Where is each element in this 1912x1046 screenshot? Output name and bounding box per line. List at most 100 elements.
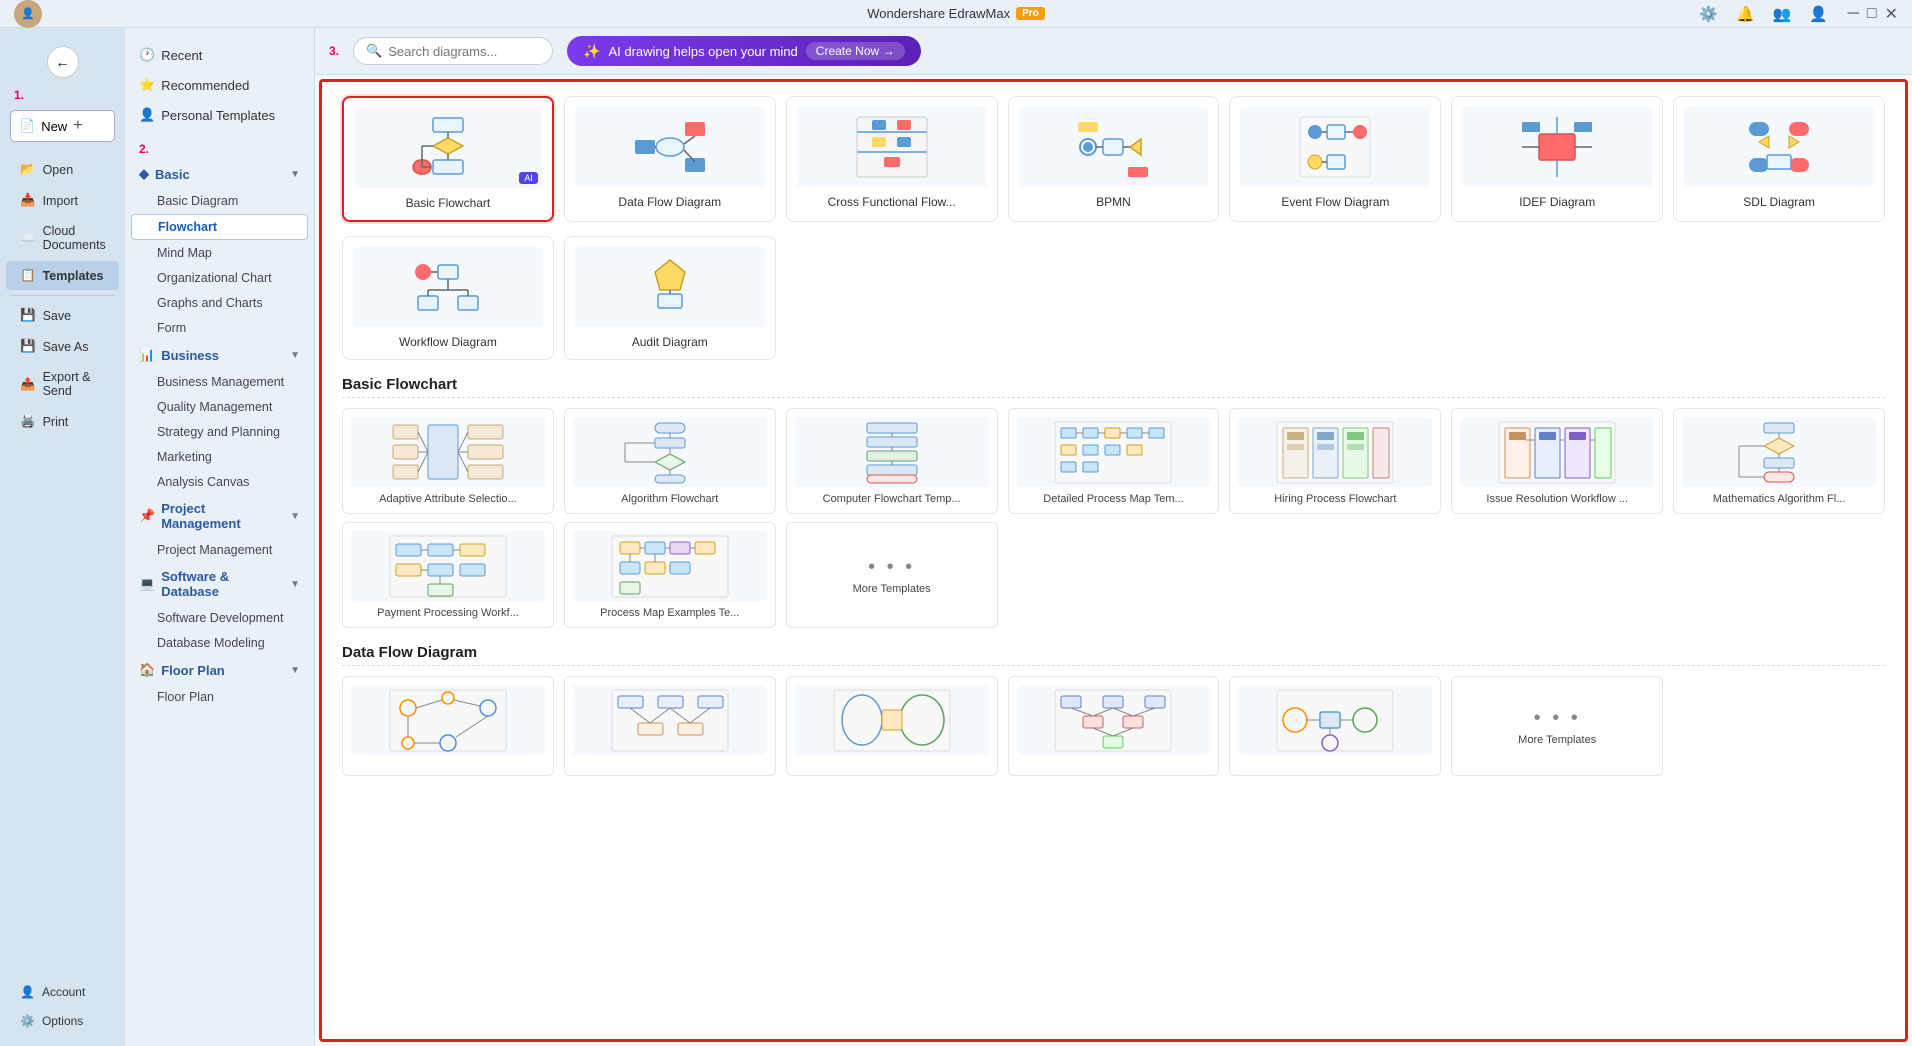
nav-item-org-chart[interactable]: Organizational Chart — [131, 266, 308, 290]
top-template-event-flow[interactable]: Event Flow Diagram — [1229, 96, 1441, 222]
tmpl-adaptive[interactable]: Adaptive Attribute Selectio... — [342, 408, 554, 514]
tmpl-hiring[interactable]: Hiring Process Flowchart — [1229, 408, 1441, 514]
print-label: Print — [43, 415, 69, 429]
save-as-icon: 💾 — [20, 339, 36, 354]
nav-personal-templates[interactable]: 👤 Personal Templates — [125, 100, 314, 130]
top-template-sdl[interactable]: SDL Diagram — [1673, 96, 1885, 222]
settings-icon[interactable]: ⚙️ — [1695, 1, 1722, 27]
nav-section-software[interactable]: 💻 Software & Database ▼ — [125, 563, 314, 605]
sidebar-item-options[interactable]: ⚙️ Options — [6, 1007, 119, 1035]
detailed-label: Detailed Process Map Tem... — [1043, 493, 1183, 505]
export-label: Export & Send — [43, 370, 105, 398]
tmpl-payment[interactable]: Payment Processing Workf... — [342, 522, 554, 628]
user-icon[interactable]: 👤 — [1805, 1, 1832, 27]
basic-diagram-label: Basic Diagram — [157, 194, 238, 208]
data-flow-img — [575, 107, 765, 187]
event-flow-label: Event Flow Diagram — [1281, 195, 1389, 209]
maximize-button[interactable]: □ — [1867, 4, 1877, 24]
cross-functional-img — [797, 107, 987, 187]
top-template-data-flow[interactable]: Data Flow Diagram — [564, 96, 776, 222]
minimize-button[interactable]: ─ — [1848, 4, 1859, 24]
sidebar-item-save-as[interactable]: 💾 Save As — [6, 332, 119, 361]
nav-item-database[interactable]: Database Modeling — [131, 631, 308, 655]
tmpl-process-map[interactable]: Process Map Examples Te... — [564, 522, 776, 628]
sidebar-item-open[interactable]: 📂 Open — [6, 155, 119, 184]
share-icon[interactable]: 👥 — [1769, 1, 1796, 27]
nav-item-graphs[interactable]: Graphs and Charts — [131, 291, 308, 315]
sidebar-item-save[interactable]: 💾 Save — [6, 301, 119, 330]
search-input[interactable] — [388, 44, 538, 59]
nav-recommended[interactable]: ⭐ Recommended — [125, 70, 314, 100]
top-template-workflow[interactable]: Workflow Diagram — [342, 236, 554, 360]
open-label: Open — [43, 163, 74, 177]
close-button[interactable]: ✕ — [1885, 4, 1898, 24]
bottom-row-grid: Workflow Diagram Audit Diagram — [342, 236, 1885, 360]
nav-item-form[interactable]: Form — [131, 316, 308, 340]
back-button[interactable]: ← — [47, 46, 79, 78]
nav-recent[interactable]: 🕐 Recent — [125, 40, 314, 70]
section-title-data-flow: Data Flow Diagram — [342, 644, 1885, 666]
nav-section-floor[interactable]: 🏠 Floor Plan ▼ — [125, 656, 314, 684]
sdl-label: SDL Diagram — [1743, 195, 1815, 209]
top-template-idef[interactable]: IDEF Diagram — [1451, 96, 1663, 222]
personal-label: Personal Templates — [161, 108, 275, 123]
sidebar-item-export[interactable]: 📤 Export & Send — [6, 363, 119, 405]
nav-item-basic-diagram[interactable]: Basic Diagram — [131, 189, 308, 213]
sidebar-item-import[interactable]: 📥 Import — [6, 186, 119, 215]
tmpl-dfd3[interactable] — [786, 676, 998, 776]
ai-banner[interactable]: ✨ AI drawing helps open your mind Create… — [567, 36, 920, 66]
nav-item-quality[interactable]: Quality Management — [131, 395, 308, 419]
nav-item-floor-plan[interactable]: Floor Plan — [131, 685, 308, 709]
ai-icon: ✨ — [583, 43, 600, 60]
nav-item-biz-mgmt[interactable]: Business Management — [131, 370, 308, 394]
sdl-img — [1684, 107, 1874, 187]
ai-create-button[interactable]: Create Now → — [806, 42, 905, 60]
nav-item-analysis[interactable]: Analysis Canvas — [131, 470, 308, 494]
new-button[interactable]: 📄 New + — [10, 110, 115, 142]
more-templates-dfd[interactable]: • • • More Templates — [1451, 676, 1663, 776]
top-template-bpmn[interactable]: BPMN — [1008, 96, 1220, 222]
templates-icon: 📋 — [20, 268, 36, 283]
nav-section-project[interactable]: 📌 Project Management ▼ — [125, 495, 314, 537]
more-dots-icon: • • • — [868, 556, 915, 579]
top-template-basic-flowchart[interactable]: AI Basic Flowchart — [342, 96, 554, 222]
nav-section-basic[interactable]: ◆ Basic ▼ — [125, 160, 314, 188]
sidebar-item-print[interactable]: 🖨️ Print — [6, 407, 119, 436]
tmpl-dfd1[interactable] — [342, 676, 554, 776]
app-title: Wondershare EdrawMax — [867, 6, 1010, 21]
data-flow-grid: • • • More Templates — [342, 676, 1885, 776]
tmpl-math[interactable]: Mathematics Algorithm Fl... — [1673, 408, 1885, 514]
top-template-cross-functional[interactable]: Cross Functional Flow... — [786, 96, 998, 222]
nav-item-strategy[interactable]: Strategy and Planning — [131, 420, 308, 444]
nav-item-project-mgmt[interactable]: Project Management — [131, 538, 308, 562]
top-template-grid: AI Basic Flowchart — [342, 96, 1885, 222]
tmpl-issue[interactable]: Issue Resolution Workflow ... — [1451, 408, 1663, 514]
dfd2-img — [573, 685, 767, 755]
nav-item-mind-map[interactable]: Mind Map — [131, 241, 308, 265]
avatar[interactable]: 👤 — [14, 0, 42, 28]
more-templates-basic[interactable]: • • • More Templates — [786, 522, 998, 628]
nav-section-business[interactable]: 📊 Business ▼ — [125, 341, 314, 369]
nav-item-flowchart[interactable]: Flowchart — [131, 214, 308, 240]
sidebar-item-cloud[interactable]: ☁️ Cloud Documents — [6, 217, 119, 259]
basic-flowchart-img: AI — [354, 108, 542, 188]
nav-item-software-dev[interactable]: Software Development — [131, 606, 308, 630]
new-icon: 📄 — [19, 118, 35, 134]
app-body: ← 1. 📄 New + 📂 Open 📥 Import ☁️ Cloud Do… — [0, 28, 1912, 1046]
tmpl-algorithm[interactable]: Algorithm Flowchart — [564, 408, 776, 514]
search-box: 🔍 — [353, 37, 553, 65]
dfd3-img — [795, 685, 989, 755]
tmpl-dfd4[interactable] — [1008, 676, 1220, 776]
notification-icon[interactable]: 🔔 — [1732, 1, 1759, 27]
more-dfd-dots-icon: • • • — [1534, 707, 1581, 730]
tmpl-dfd2[interactable] — [564, 676, 776, 776]
tmpl-computer[interactable]: Computer Flowchart Temp... — [786, 408, 998, 514]
dfd4-img — [1017, 685, 1211, 755]
audit-img — [575, 247, 765, 327]
nav-item-marketing[interactable]: Marketing — [131, 445, 308, 469]
tmpl-detailed[interactable]: Detailed Process Map Tem... — [1008, 408, 1220, 514]
sidebar-item-templates[interactable]: 📋 Templates — [6, 261, 119, 290]
tmpl-dfd5[interactable] — [1229, 676, 1441, 776]
top-template-audit[interactable]: Audit Diagram — [564, 236, 776, 360]
sidebar-item-account[interactable]: 👤 Account — [6, 978, 119, 1006]
